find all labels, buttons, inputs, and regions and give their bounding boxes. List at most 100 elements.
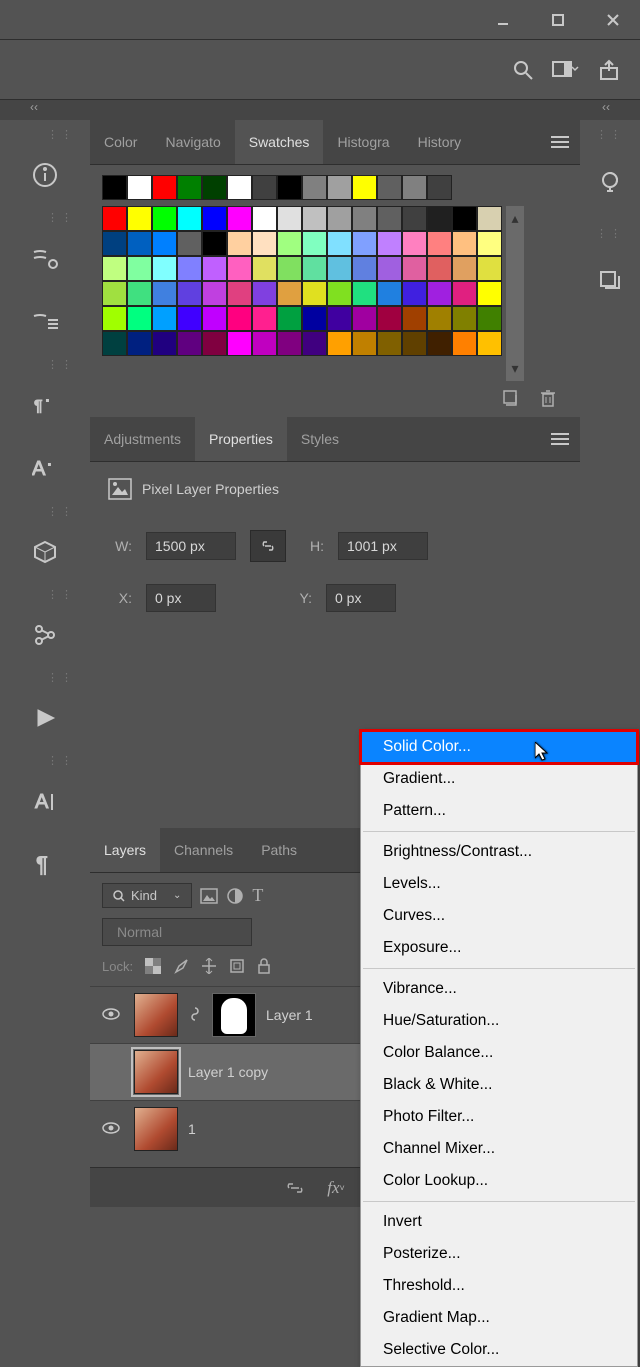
menu-item[interactable]: Photo Filter... [361,1101,637,1133]
share-icon[interactable] [598,59,620,81]
swatch[interactable] [227,281,252,306]
workspace-picker-icon[interactable] [552,59,580,81]
visibility-icon[interactable] [98,1121,124,1138]
tab-layers[interactable]: Layers [90,828,160,872]
swatch[interactable] [177,206,202,231]
menu-item[interactable]: Invert [361,1206,637,1238]
menu-item[interactable]: Posterize... [361,1238,637,1270]
swatch[interactable] [302,306,327,331]
swatch[interactable] [377,206,402,231]
menu-item[interactable]: Black & White... [361,1069,637,1101]
swatch[interactable] [152,175,177,200]
info-icon[interactable] [19,145,71,205]
width-field[interactable]: 1500 px [146,532,236,560]
menu-item[interactable]: Gradient... [361,763,637,795]
swatch[interactable] [252,256,277,281]
swatch[interactable] [352,306,377,331]
swatch[interactable] [252,281,277,306]
swatch[interactable] [402,281,427,306]
menu-item[interactable]: Solid Color... [359,729,639,765]
swatch[interactable] [452,281,477,306]
tab-swatches[interactable]: Swatches [235,120,324,164]
swatch[interactable] [127,306,152,331]
menu-item[interactable]: Hue/Saturation... [361,1005,637,1037]
link-layers-icon[interactable] [285,1181,305,1195]
swatch[interactable] [477,306,502,331]
chevron-up-icon[interactable]: ▴ [511,210,518,227]
swatch[interactable] [177,231,202,256]
layer-effects-icon[interactable]: fx˅ [327,1178,345,1198]
swatch[interactable] [227,256,252,281]
menu-item[interactable]: Channel Mixer... [361,1133,637,1165]
swatch[interactable] [177,256,202,281]
swatch[interactable] [327,256,352,281]
drag-dots-icon[interactable]: ⋮⋮ [47,671,75,684]
swatch[interactable] [402,175,427,200]
menu-item[interactable]: Vibrance... [361,973,637,1005]
x-field[interactable]: 0 px [146,584,216,612]
lock-transparency-icon[interactable] [145,958,161,974]
swatch[interactable] [402,231,427,256]
swatch[interactable] [477,281,502,306]
swatch[interactable] [377,331,402,356]
swatch[interactable] [302,206,327,231]
swatch[interactable] [352,206,377,231]
swatch[interactable] [102,231,127,256]
swatch[interactable] [127,256,152,281]
swatch[interactable] [152,206,177,231]
tab-navigator[interactable]: Navigato [151,120,234,164]
drag-dots-icon[interactable]: ⋮⋮ [47,505,75,518]
lock-artboard-icon[interactable] [229,958,245,974]
layer-name[interactable]: Layer 1 copy [188,1064,268,1080]
filter-pixel-icon[interactable] [200,888,218,904]
tab-histogram[interactable]: Histogra [323,120,403,164]
swatch[interactable] [102,281,127,306]
swatch[interactable] [352,231,377,256]
swatch[interactable] [427,331,452,356]
swatch[interactable] [427,175,452,200]
swatch[interactable] [302,281,327,306]
swatch[interactable] [127,206,152,231]
swatch[interactable] [427,256,452,281]
swatch[interactable] [327,231,352,256]
swatch[interactable] [127,331,152,356]
menu-item[interactable]: Color Balance... [361,1037,637,1069]
swatch[interactable] [377,175,402,200]
menu-item[interactable]: Brightness/Contrast... [361,836,637,868]
swatch[interactable] [227,175,252,200]
swatch[interactable] [227,331,252,356]
chevron-left-icon[interactable]: ‹‹ [602,100,610,120]
tab-styles[interactable]: Styles [287,417,353,461]
menu-item[interactable]: Curves... [361,900,637,932]
swatch[interactable] [427,206,452,231]
lock-position-icon[interactable] [201,958,217,974]
panel-menu-icon[interactable] [540,120,580,164]
swatch[interactable] [202,231,227,256]
brush-presets-icon[interactable] [19,228,71,288]
swatch[interactable] [177,175,202,200]
swatch[interactable] [102,306,127,331]
swatch[interactable] [152,331,177,356]
swatch[interactable] [277,306,302,331]
new-swatch-icon[interactable] [502,389,520,407]
swatch[interactable] [202,331,227,356]
swatch[interactable] [127,231,152,256]
swatch[interactable] [452,306,477,331]
swatch[interactable] [327,175,352,200]
drag-dots-icon[interactable]: ⋮⋮ [47,358,75,371]
swatch[interactable] [277,206,302,231]
swatch[interactable] [277,256,302,281]
swatch[interactable] [477,206,502,231]
layer-thumbnail[interactable] [134,1050,178,1094]
swatch[interactable] [452,256,477,281]
glyphs-icon[interactable]: A [19,771,71,831]
tab-history[interactable]: History [404,120,476,164]
swatch[interactable] [352,331,377,356]
swatch[interactable] [402,206,427,231]
character-styles-icon[interactable]: A▪ [19,439,71,499]
drag-dots-icon[interactable]: ⋮⋮ [47,211,75,224]
swatch[interactable] [477,331,502,356]
y-field[interactable]: 0 px [326,584,396,612]
swatch[interactable] [227,206,252,231]
swatch[interactable] [427,306,452,331]
